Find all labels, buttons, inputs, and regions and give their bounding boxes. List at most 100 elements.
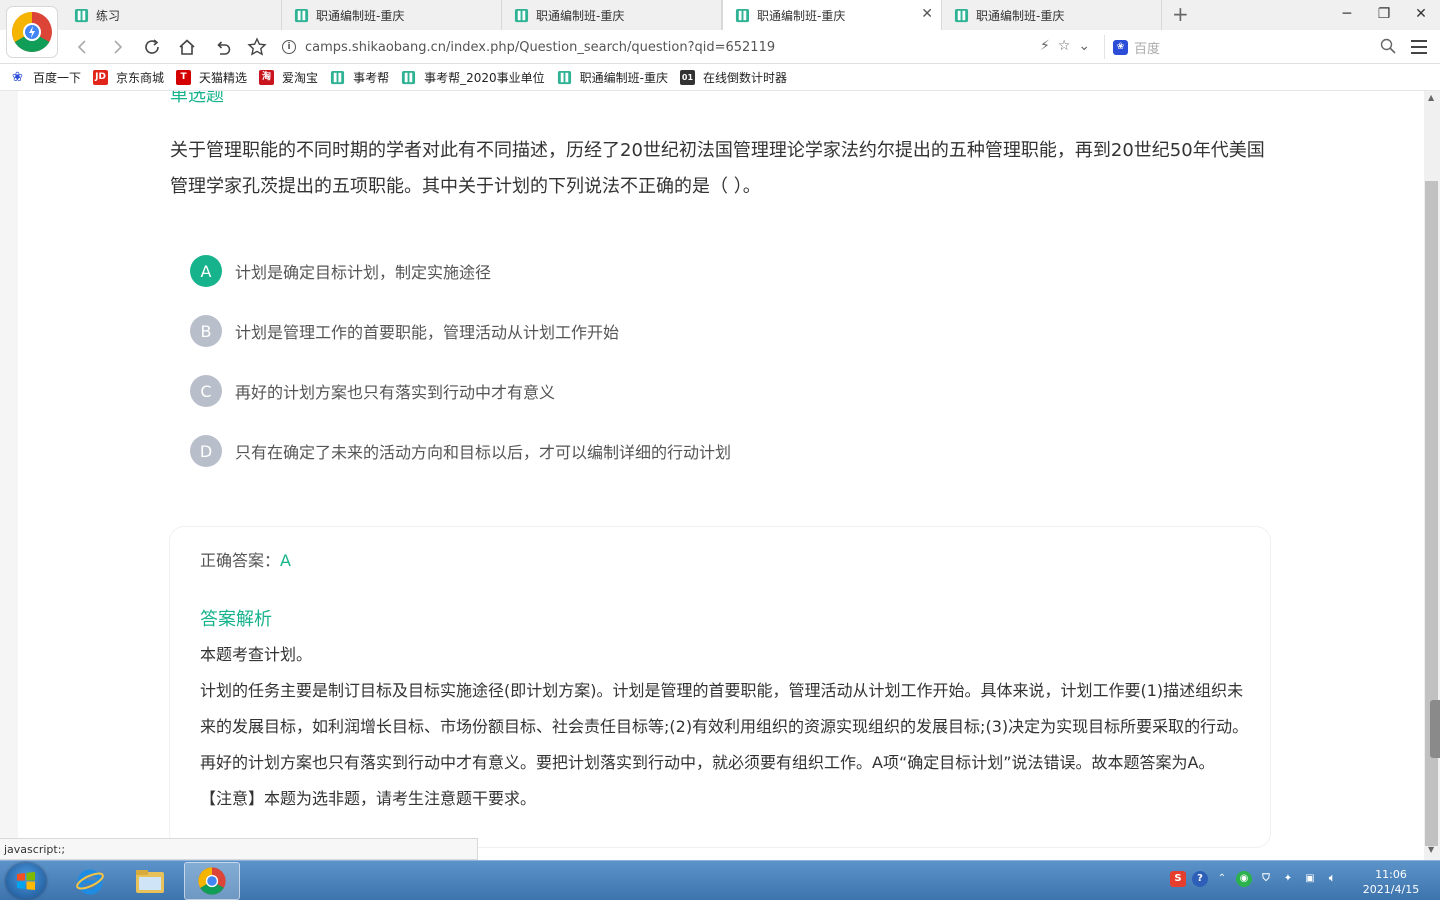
option-b[interactable]: B 计划是管理工作的首要职能，管理活动从计划工作开始: [190, 315, 619, 347]
option-d[interactable]: D 只有在确定了未来的活动方向和目标以后，才可以编制详细的行动计划: [190, 435, 731, 467]
search-placeholder: 百度: [1134, 41, 1161, 57]
explanation-paragraph: 本题考查计划。: [200, 645, 313, 664]
bookmark-label: 爱淘宝: [282, 70, 319, 85]
scroll-up-arrow-icon[interactable]: ▲: [1428, 93, 1434, 102]
shikaobang-favicon-icon: [74, 8, 89, 22]
close-window-icon[interactable]: ✕: [1411, 5, 1431, 23]
taobao-icon: 淘: [259, 69, 275, 85]
option-c[interactable]: C 再好的计划方案也只有落实到行动中才有意义: [190, 375, 555, 407]
browser-logo-icon[interactable]: [6, 6, 58, 58]
tab-title: 练习: [96, 8, 121, 23]
baidu-paw-icon[interactable]: ❀: [1113, 39, 1128, 55]
url-bar[interactable]: i camps.shikaobang.cn/index.php/Question…: [282, 35, 1100, 59]
chrome-ring-icon: [12, 12, 52, 52]
explanation-paragraph: 【注意】本题为选非题，请考生注意题干要求。: [200, 789, 537, 808]
chevron-down-icon[interactable]: ⌄: [1078, 38, 1090, 54]
arrow-right-icon: [114, 40, 123, 54]
bookmark-label: 在线倒数计时器: [702, 70, 787, 85]
explanation-title: 答案解析: [200, 609, 272, 630]
minimize-window-icon[interactable]: ─: [1337, 5, 1357, 23]
option-letter: A: [190, 255, 222, 287]
bookmark-timer[interactable]: 01 在线倒数计时器: [679, 69, 787, 86]
bookmark-label: 职通编制班-重庆: [579, 70, 668, 85]
option-text: 只有在确定了未来的活动方向和目标以后，才可以编制详细的行动计划: [235, 443, 732, 462]
bookmark-zhitong[interactable]: 职通编制班-重庆: [557, 69, 668, 86]
home-button[interactable]: [176, 36, 198, 58]
favorite-star-icon[interactable]: ☆: [1058, 38, 1071, 54]
close-tab-icon[interactable]: ✕: [921, 6, 933, 22]
scroll-down-arrow-icon[interactable]: ▼: [1428, 845, 1434, 854]
shikaobang-icon: [557, 70, 571, 84]
side-tool-handle[interactable]: [1430, 700, 1440, 758]
search-input[interactable]: ❀ 百度: [1104, 35, 1398, 59]
start-button[interactable]: [6, 863, 46, 899]
bookmark-label: 事考帮_2020事业单位: [424, 70, 545, 85]
wechat-icon[interactable]: ◉: [1236, 871, 1252, 887]
tab-zhitong-2[interactable]: 职通编制班-重庆: [502, 0, 722, 30]
sogou-ime-icon[interactable]: S: [1170, 871, 1186, 887]
option-letter: C: [190, 375, 222, 407]
forward-button[interactable]: [106, 36, 128, 58]
volume-icon[interactable]: 🔈︎: [1324, 871, 1340, 887]
bookmark-tmall[interactable]: T 天猫精选: [176, 69, 247, 86]
taskbar-ie[interactable]: [62, 862, 118, 900]
shikaobang-favicon-icon: [954, 8, 969, 22]
tab-title: 职通编制班-重庆: [316, 8, 405, 23]
tab-strip: 练习 职通编制班-重庆 职通编制班-重庆 职通编制班-重庆 ✕ 职通编制班-重庆…: [0, 0, 1440, 30]
search-icon[interactable]: [1380, 38, 1396, 58]
clock-time: 11:06: [1375, 868, 1407, 881]
page-viewport: 单选题 关于管理职能的不同时期的学者对此有不同描述，历经了20世纪初法国管理理论…: [0, 91, 1424, 860]
option-letter: D: [190, 435, 222, 467]
status-bar: javascript:;: [0, 838, 478, 860]
taskbar-explorer[interactable]: [122, 862, 178, 900]
chrome-ring-icon: [198, 867, 226, 895]
bookmark-shikaobang-2020[interactable]: 事考帮_2020事业单位: [401, 69, 545, 86]
explanation-paragraph: 计划的任务主要是制订目标及目标实施途径(即计划方案)。计划是管理的首要职能，管理…: [200, 681, 1249, 772]
security-app-icon[interactable]: ✦: [1280, 871, 1296, 887]
answer-panel: 正确答案：A 答案解析 本题考查计划。 计划的任务主要是制订目标及目标实施途径(…: [170, 527, 1270, 847]
network-icon[interactable]: ▣: [1302, 871, 1318, 887]
tab-practice[interactable]: 练习: [62, 0, 282, 30]
site-info-icon[interactable]: i: [282, 40, 296, 54]
question-stem: 关于管理职能的不同时期的学者对此有不同描述，历经了20世纪初法国管理理论学家法约…: [170, 140, 1265, 197]
tab-zhitong-4[interactable]: 职通编制班-重庆: [942, 0, 1162, 30]
bookmark-shikaobang[interactable]: 事考帮: [330, 69, 389, 86]
reload-button[interactable]: [141, 36, 163, 58]
shikaobang-favicon-icon: [514, 8, 529, 22]
bookmark-aitaobao[interactable]: 淘 爱淘宝: [259, 69, 318, 86]
lightning-icon[interactable]: ⚡: [1040, 38, 1050, 54]
menu-hamburger-icon[interactable]: [1411, 40, 1427, 58]
tab-title: 职通编制班-重庆: [976, 8, 1065, 23]
correct-answer-label: 正确答案：: [200, 551, 281, 570]
bookmark-label: 百度一下: [33, 70, 82, 85]
shikaobang-favicon-icon: [735, 8, 750, 22]
tray-expand-icon[interactable]: ⌃: [1214, 871, 1230, 887]
new-tab-button[interactable]: +: [1172, 4, 1189, 24]
baidu-paw-icon: ❀: [12, 69, 23, 85]
bookmarks-bar: ❀ 百度一下 JD 京东商城 T 天猫精选 淘 爱淘宝 事考帮 事考帮_2020…: [0, 64, 1440, 91]
tmall-icon: T: [176, 69, 192, 85]
shikaobang-icon: [402, 70, 416, 84]
bookmark-label: 京东商城: [116, 70, 165, 85]
bookmark-jd[interactable]: JD 京东商城: [93, 69, 164, 86]
restore-window-icon[interactable]: ❐: [1374, 5, 1394, 23]
taskbar-clock[interactable]: 11:06 2021/4/15: [1358, 867, 1424, 897]
bookmark-label: 事考帮: [353, 70, 390, 85]
undo-close-button[interactable]: [212, 36, 234, 58]
option-text: 计划是确定目标计划，制定实施途径: [235, 263, 492, 282]
clock-date: 2021/4/15: [1362, 883, 1420, 896]
bookmark-star-button[interactable]: [246, 36, 268, 58]
undo-icon: [217, 41, 231, 55]
correct-answer-row: 正确答案：A: [200, 547, 291, 571]
bookmark-label: 天猫精选: [199, 70, 248, 85]
windows-taskbar: S ? ⌃ ◉ ⛉ ✦ ▣ 🔈︎ 11:06 2021/4/15: [0, 860, 1440, 900]
bookmark-baidu[interactable]: ❀ 百度一下: [10, 69, 81, 86]
back-button[interactable]: [72, 36, 94, 58]
taskbar-browser[interactable]: [184, 862, 240, 900]
option-a[interactable]: A 计划是确定目标计划，制定实施途径: [190, 255, 491, 287]
tab-zhitong-1[interactable]: 职通编制班-重庆: [282, 0, 502, 30]
help-icon[interactable]: ?: [1192, 871, 1208, 887]
shield-icon[interactable]: ⛉: [1258, 871, 1274, 887]
address-toolbar: i camps.shikaobang.cn/index.php/Question…: [0, 30, 1440, 64]
tab-zhitong-active[interactable]: 职通编制班-重庆 ✕: [722, 0, 942, 30]
